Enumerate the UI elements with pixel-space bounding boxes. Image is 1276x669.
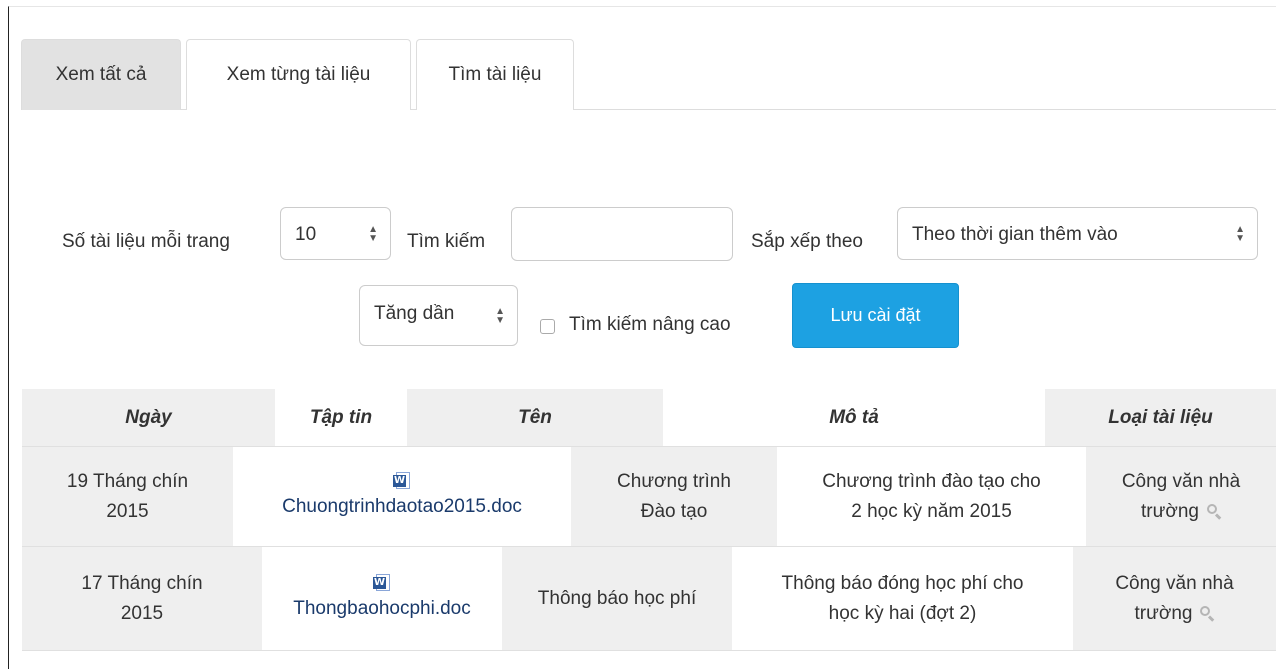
header-description[interactable]: Mô tả (663, 389, 1045, 446)
tab-bar: Xem tất cả Xem từng tài liệu Tìm tài liệ… (21, 39, 1276, 110)
advanced-search-label: Tìm kiếm nâng cao (569, 314, 731, 335)
search-label: Tìm kiếm (407, 231, 486, 252)
row-2-type-line2: trường (1134, 602, 1193, 624)
row-2-name: Thông báo học phí (502, 547, 732, 650)
row-1-name: Chương trình Đào tạo (571, 447, 777, 546)
row-2-date-line2: 2015 (120, 602, 164, 624)
word-doc-icon: W (393, 471, 411, 490)
row-1-date-line2: 2015 (106, 500, 149, 522)
row-2-file-link[interactable]: Thongbaohocphi.doc (293, 594, 470, 624)
row-1-date: 19 Tháng chín 2015 (22, 447, 233, 546)
row-divider (22, 650, 1276, 651)
row-1-type-line2: trường (1141, 500, 1199, 522)
magnifier-icon[interactable] (1200, 606, 1215, 623)
per-page-value: 10 (295, 224, 317, 245)
row-1-document-type: Công văn nhà trường (1086, 447, 1276, 546)
updown-caret-icon: ▲ ▼ (1235, 223, 1245, 244)
row-1-type-line1: Công văn nhà (1121, 470, 1241, 492)
search-input[interactable] (511, 207, 733, 261)
magnifier-icon[interactable] (1206, 504, 1222, 521)
row-2-type-line1: Công văn nhà (1115, 572, 1234, 594)
header-file[interactable]: Tập tin (275, 389, 407, 446)
sort-by-select[interactable]: Theo thời gian thêm vào ▲ ▼ (897, 207, 1258, 260)
row-2-desc-line2: học kỳ hai (đợt 2) (828, 602, 977, 624)
header-date[interactable]: Ngày (22, 389, 275, 446)
row-1-file[interactable]: W Chuongtrinhdaotao2015.doc (233, 447, 571, 546)
header-name[interactable]: Tên (407, 389, 663, 446)
row-2-desc-line1: Thông báo đóng học phí cho (781, 572, 1024, 594)
updown-caret-icon: ▲ ▼ (368, 223, 378, 244)
row-1-desc-line1: Chương trình đào tạo cho (822, 470, 1041, 492)
sort-label: Sắp xếp theo (751, 231, 863, 252)
row-2-date: 17 Tháng chín 2015 (22, 547, 262, 650)
row-2-name-line1: Thông báo học phí (537, 587, 697, 609)
updown-caret-icon: ▲ ▼ (495, 305, 505, 326)
row-2-file[interactable]: W Thongbaohocphi.doc (262, 547, 502, 650)
save-settings-button[interactable]: Lưu cài đặt (792, 283, 959, 348)
sort-by-value: Theo thời gian thêm vào (912, 224, 1118, 245)
tab-view-all[interactable]: Xem tất cả (21, 39, 181, 110)
row-1-desc-line2: 2 học kỳ năm 2015 (851, 500, 1012, 522)
word-doc-icon: W (372, 573, 391, 592)
order-value: Tăng dần (374, 303, 455, 324)
row-1-description: Chương trình đào tạo cho 2 học kỳ năm 20… (777, 447, 1086, 546)
advanced-search-checkbox[interactable] (540, 319, 555, 334)
row-1-name-line2: Đào tạo (640, 500, 708, 522)
per-page-select[interactable]: 10 ▲ ▼ (280, 207, 391, 260)
row-1-date-line1: 19 Tháng chín (66, 470, 189, 492)
header-document-type[interactable]: Loại tài liệu (1045, 389, 1276, 446)
order-select[interactable]: Tăng dần ▲ ▼ (359, 285, 518, 346)
tab-find-document[interactable]: Tìm tài liệu (416, 39, 574, 110)
per-page-label: Số tài liệu mỗi trang (62, 231, 230, 252)
tab-view-each[interactable]: Xem từng tài liệu (186, 39, 411, 110)
row-1-name-line1: Chương trình (617, 470, 731, 492)
row-2-description: Thông báo đóng học phí cho học kỳ hai (đ… (732, 547, 1073, 650)
row-1-file-link[interactable]: Chuongtrinhdaotao2015.doc (282, 492, 522, 522)
row-2-date-line1: 17 Tháng chín (81, 572, 203, 594)
row-2-document-type: Công văn nhà trường (1073, 547, 1276, 650)
